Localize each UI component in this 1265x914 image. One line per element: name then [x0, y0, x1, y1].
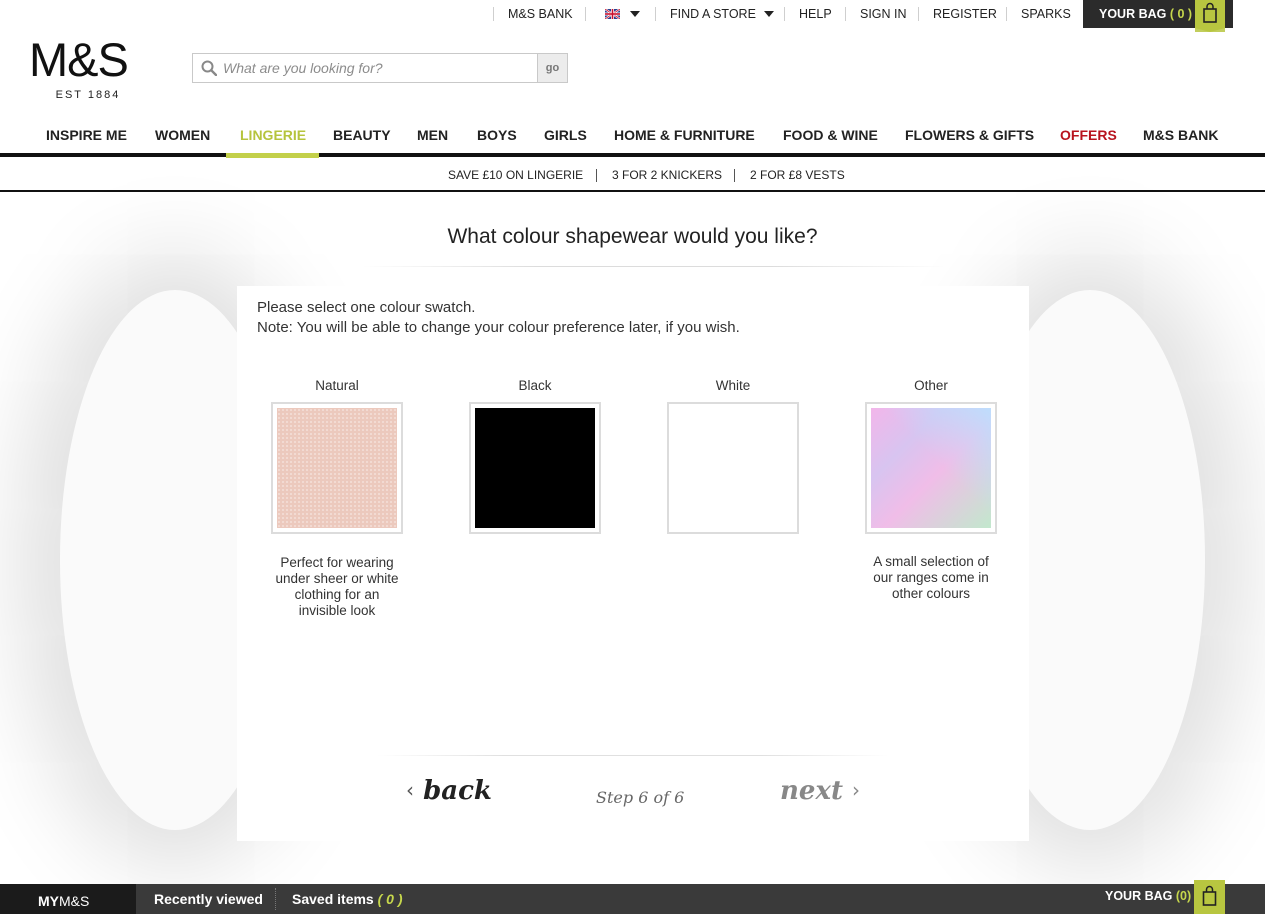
- nav-men[interactable]: MEN: [417, 116, 448, 154]
- title-divider: [362, 266, 946, 267]
- swatch-colour: [475, 408, 595, 528]
- chevron-left-icon: ‹: [406, 778, 414, 802]
- your-bag-bottom-button[interactable]: YOUR BAG (0): [1105, 884, 1191, 908]
- nav-flowers-gifts[interactable]: FLOWERS & GIFTS: [905, 116, 1034, 154]
- main-nav: INSPIRE ME WOMEN LINGERIE BEAUTY MEN BOY…: [0, 116, 1265, 154]
- swatch-tile[interactable]: [667, 402, 799, 534]
- next-button[interactable]: next ›: [780, 776, 860, 806]
- swatch-white[interactable]: White: [667, 378, 799, 534]
- promo-vests-link[interactable]: 2 FOR £8 VESTS: [750, 158, 845, 192]
- shopping-bag-icon-svg: [1202, 885, 1217, 906]
- bag-label-bottom: YOUR BAG: [1105, 889, 1173, 903]
- shopping-bag-icon[interactable]: [1194, 880, 1225, 914]
- step-indicator: Step 6 of 6: [596, 788, 685, 807]
- my-ms-button[interactable]: MYM&S: [0, 884, 136, 914]
- divider: [845, 7, 846, 21]
- my-ms-brand: M&S: [59, 893, 90, 909]
- nav-inspire-me[interactable]: INSPIRE ME: [46, 116, 127, 154]
- saved-items-button[interactable]: Saved items ( 0 ): [292, 884, 403, 914]
- colour-selection-panel: Please select one colour swatch. Note: Y…: [237, 286, 1029, 841]
- uk-flag-icon[interactable]: [605, 9, 620, 19]
- nav-girls[interactable]: GIRLS: [544, 116, 587, 154]
- instruction-note: Note: You will be able to change your co…: [257, 319, 740, 336]
- nav-beauty[interactable]: BEAUTY: [333, 116, 391, 154]
- panel-divider: [377, 755, 889, 756]
- swatch-other[interactable]: Other A small selection of our ranges co…: [865, 378, 997, 602]
- search-input[interactable]: [223, 54, 529, 82]
- nav-ms-bank[interactable]: M&S BANK: [1143, 116, 1218, 154]
- nav-boys[interactable]: BOYS: [477, 116, 517, 154]
- nav-divider: [0, 153, 1265, 157]
- swatch-natural[interactable]: Natural Perfect for wearing under sheer …: [271, 378, 403, 619]
- promo-lingerie-link[interactable]: SAVE £10 ON LINGERIE: [448, 158, 583, 192]
- swatch-colour: [277, 408, 397, 528]
- divider: [596, 169, 597, 182]
- saved-items-label: Saved items: [292, 891, 374, 907]
- divider: [585, 7, 586, 21]
- sign-in-link[interactable]: SIGN IN: [860, 0, 907, 28]
- bag-count-bottom: (0): [1175, 889, 1192, 903]
- my-ms-prefix: MY: [38, 893, 59, 909]
- step-navigation: ‹ back Step 6 of 6 next ›: [0, 776, 1265, 816]
- find-a-store-label: FIND A STORE: [670, 7, 756, 21]
- search-icon: [201, 60, 217, 76]
- chevron-down-icon: [630, 10, 640, 17]
- divider: [1006, 7, 1007, 21]
- help-link[interactable]: HELP: [799, 0, 832, 28]
- swatch-tile[interactable]: [865, 402, 997, 534]
- swatch-description: Perfect for wearing under sheer or white…: [275, 555, 399, 618]
- bottom-bar: MYM&S Recently viewed Saved items ( 0 ) …: [0, 880, 1265, 914]
- divider: [734, 169, 735, 182]
- divider: [918, 7, 919, 21]
- find-a-store-link[interactable]: FIND A STORE: [670, 0, 774, 28]
- bag-count: ( 0 ): [1169, 7, 1193, 21]
- logo-tagline: EST 1884: [55, 89, 121, 101]
- chevron-down-icon: [763, 10, 774, 17]
- swatch-black[interactable]: Black: [469, 378, 601, 534]
- ms-logo[interactable]: M&S EST 1884: [29, 33, 147, 102]
- recently-viewed-button[interactable]: Recently viewed: [154, 884, 263, 914]
- divider: [275, 888, 276, 910]
- nav-home-furniture[interactable]: HOME & FURNITURE: [614, 116, 755, 154]
- country-dropdown[interactable]: [624, 0, 640, 28]
- your-bag-button[interactable]: YOUR BAG ( 0 ): [1083, 0, 1233, 32]
- shopping-bag-icon: [1195, 0, 1225, 32]
- logo-wordmark: M&S: [29, 33, 129, 86]
- promo-bar: SAVE £10 ON LINGERIE 3 FOR 2 KNICKERS 2 …: [0, 158, 1265, 192]
- swatch-label: Other: [914, 378, 948, 393]
- back-label: back: [423, 776, 492, 806]
- shopping-bag-icon-svg: [1195, 2, 1225, 32]
- swatch-colour: [871, 408, 991, 528]
- chevron-right-icon: ›: [852, 778, 861, 802]
- instruction-line: Please select one colour swatch.: [257, 299, 476, 316]
- divider: [655, 7, 656, 21]
- swatch-description: A small selection of our ranges come in …: [873, 554, 989, 601]
- bag-label-text: YOUR BAG: [1099, 7, 1167, 21]
- swatch-tile[interactable]: [469, 402, 601, 534]
- nav-offers[interactable]: OFFERS: [1060, 116, 1117, 154]
- utility-bar: M&S BANK FIND A STORE HELP SIGN IN REGIS…: [0, 0, 1265, 32]
- swatch-colour: [673, 408, 793, 528]
- divider: [493, 7, 494, 21]
- search-go-button[interactable]: go: [537, 54, 567, 82]
- bag-label: YOUR BAG ( 0 ): [1099, 0, 1192, 28]
- ms-bank-link[interactable]: M&S BANK: [508, 0, 573, 28]
- back-button[interactable]: ‹ back: [406, 776, 492, 806]
- saved-items-count: ( 0 ): [377, 891, 403, 907]
- nav-women[interactable]: WOMEN: [155, 116, 210, 154]
- instructions: Please select one colour swatch. Note: Y…: [257, 298, 740, 338]
- page-title: What colour shapewear would you like?: [447, 225, 818, 248]
- swatch-tile[interactable]: [271, 402, 403, 534]
- nav-lingerie[interactable]: LINGERIE: [240, 116, 306, 154]
- register-link[interactable]: REGISTER: [933, 0, 997, 28]
- swatch-label: Natural: [315, 378, 359, 393]
- sparks-link[interactable]: SPARKS: [1021, 0, 1071, 28]
- promo-knickers-link[interactable]: 3 FOR 2 KNICKERS: [612, 158, 722, 192]
- swatch-label: White: [715, 378, 751, 393]
- swatch-label: Black: [518, 378, 552, 393]
- divider: [784, 7, 785, 21]
- search-bar: go: [192, 53, 568, 83]
- next-label: next: [780, 776, 843, 806]
- nav-food-wine[interactable]: FOOD & WINE: [783, 116, 878, 154]
